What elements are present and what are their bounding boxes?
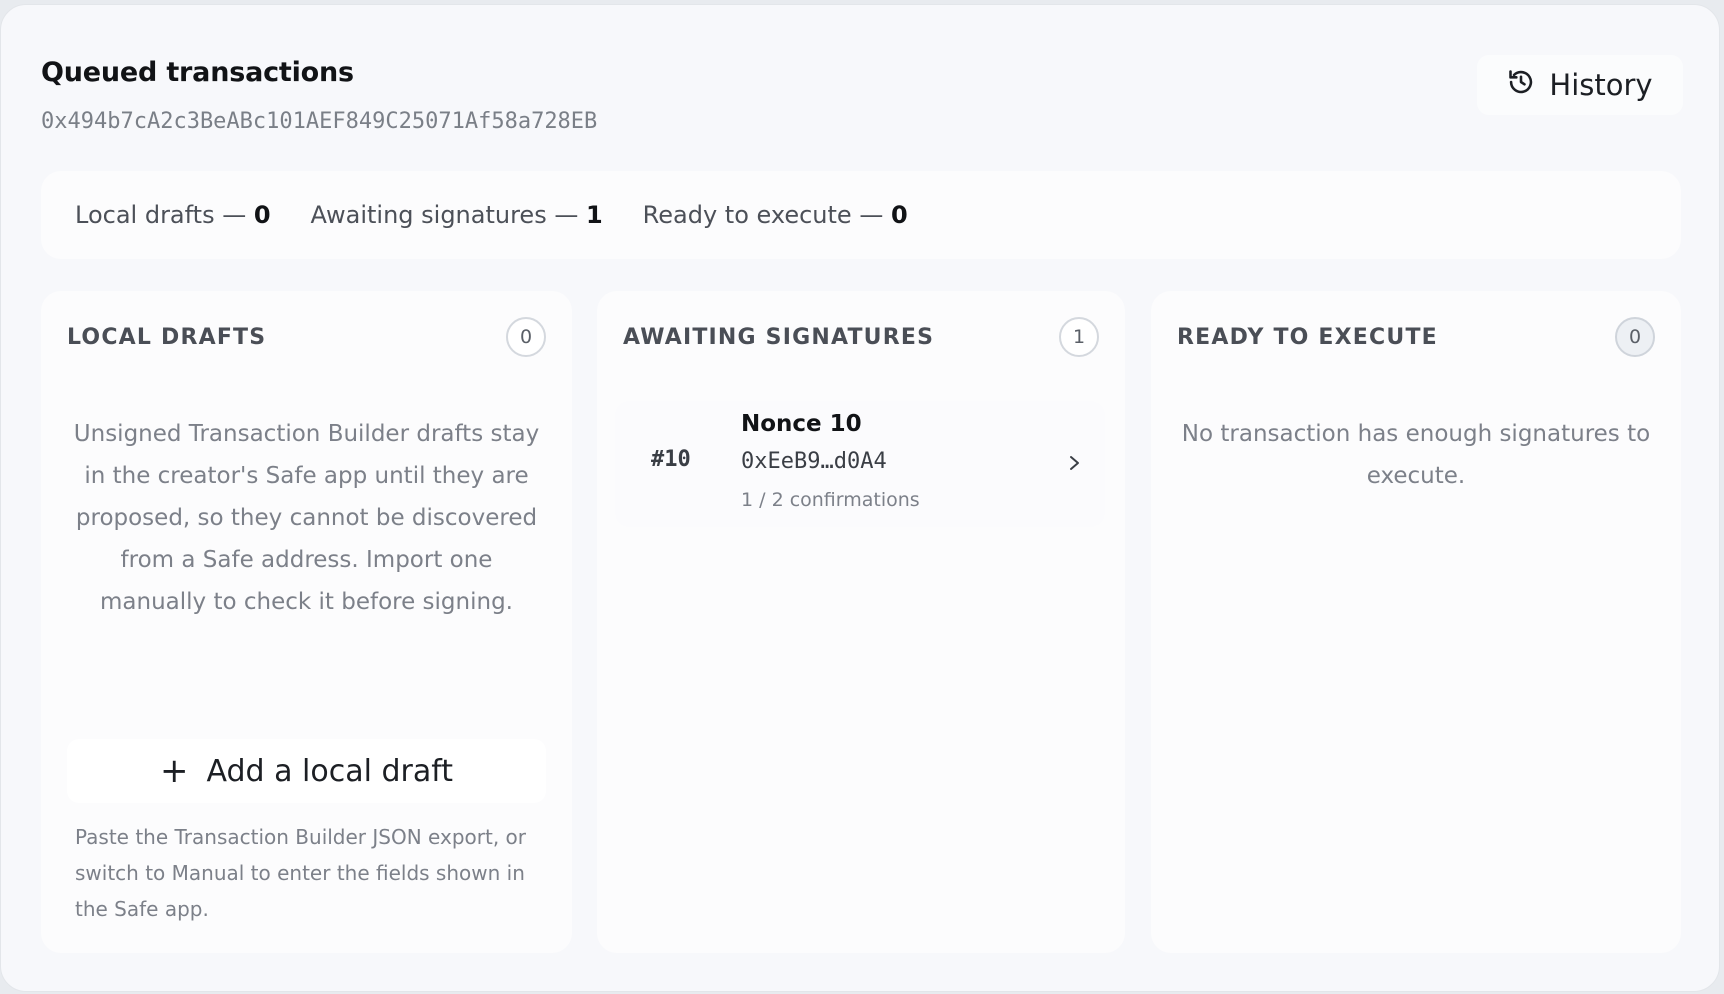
- history-button[interactable]: History: [1477, 55, 1683, 115]
- chevron-right-icon: [1070, 456, 1079, 470]
- local-drafts-empty-message: Unsigned Transaction Builder drafts stay…: [73, 421, 540, 615]
- summary-ready-to-execute: Ready to execute — 0: [642, 201, 908, 229]
- transaction-card[interactable]: #10 Nonce 10 0xEeB9…d0A4 1 / 2 confirmat…: [615, 401, 1105, 527]
- page-title: Queued transactions: [41, 57, 354, 88]
- transaction-nonce: Nonce 10: [741, 411, 862, 437]
- local-drafts-column: LOCAL DRAFTS 0 Unsigned Transaction Buil…: [41, 291, 572, 953]
- summary-local-drafts: Local drafts — 0: [75, 201, 271, 229]
- safe-address: 0x494b7cA2c3BeABc101AEF849C25071Af58a728…: [41, 109, 598, 134]
- ready-to-execute-count-badge: 0: [1615, 317, 1655, 357]
- ready-to-execute-title: READY TO EXECUTE: [1177, 324, 1438, 350]
- summary-awaiting-signatures: Awaiting signatures — 1: [310, 201, 603, 229]
- history-label: History: [1549, 68, 1653, 102]
- local-drafts-header: LOCAL DRAFTS 0: [67, 315, 546, 359]
- ready-to-execute-header: READY TO EXECUTE 0: [1177, 315, 1655, 359]
- awaiting-signatures-header: AWAITING SIGNATURES 1: [623, 315, 1099, 359]
- ready-to-execute-empty-message: No transaction has enough signatures to …: [1181, 421, 1651, 489]
- history-icon: [1507, 68, 1535, 103]
- transaction-number: #10: [651, 447, 691, 472]
- local-drafts-hint: Paste the Transaction Builder JSON expor…: [75, 825, 526, 921]
- add-local-draft-button[interactable]: + Add a local draft: [67, 739, 546, 803]
- status-summary: Local drafts — 0 Awaiting signatures — 1…: [41, 171, 1681, 259]
- awaiting-signatures-title: AWAITING SIGNATURES: [623, 324, 935, 350]
- local-drafts-count-badge: 0: [506, 317, 546, 357]
- ready-to-execute-column: READY TO EXECUTE 0 No transaction has en…: [1151, 291, 1681, 953]
- local-drafts-title: LOCAL DRAFTS: [67, 324, 267, 350]
- awaiting-signatures-column: AWAITING SIGNATURES 1 #10 Nonce 10 0xEeB…: [597, 291, 1125, 953]
- queued-transactions-panel: Queued transactions 0x494b7cA2c3BeABc101…: [0, 4, 1720, 992]
- add-local-draft-label: Add a local draft: [206, 753, 454, 789]
- plus-icon: +: [159, 751, 189, 791]
- awaiting-signatures-count-badge: 1: [1059, 317, 1099, 357]
- transaction-confirmations: 1 / 2 confirmations: [741, 489, 920, 511]
- transaction-address: 0xEeB9…d0A4: [741, 449, 887, 474]
